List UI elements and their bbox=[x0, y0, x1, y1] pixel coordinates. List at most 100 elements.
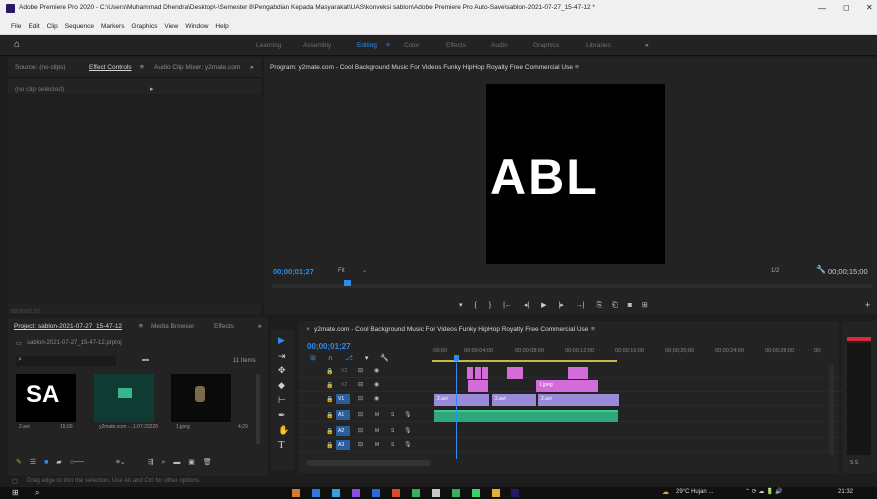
solo-button[interactable]: S bbox=[391, 428, 394, 434]
track-lock-icon[interactable]: 🔒 bbox=[326, 382, 333, 389]
workspace-menu-icon[interactable]: ≡ bbox=[386, 42, 390, 49]
taskbar-app-icon[interactable] bbox=[511, 489, 520, 497]
title-clip[interactable] bbox=[482, 367, 488, 379]
menu-graphics[interactable]: Graphics bbox=[131, 23, 157, 30]
toggle-sync-icon[interactable]: ⊟ bbox=[358, 441, 363, 448]
project-item-thumbnail[interactable]: SA bbox=[16, 374, 76, 422]
work-area-bar[interactable] bbox=[432, 360, 617, 362]
trash-icon[interactable]: 🗑 bbox=[203, 459, 212, 466]
timeline-playhead-marker[interactable] bbox=[454, 355, 459, 361]
sort-icon[interactable]: ≡⌄ bbox=[116, 459, 126, 466]
export-frame-button[interactable]: ◙ bbox=[628, 302, 632, 309]
wrench-icon[interactable]: 🔧 bbox=[816, 265, 826, 274]
microphone-icon[interactable]: 🎙 bbox=[404, 441, 412, 448]
type-tool-icon[interactable]: T bbox=[278, 440, 285, 451]
timeline-menu-icon[interactable]: ≡ bbox=[591, 326, 595, 333]
tab-effect-controls[interactable]: Effect Controls bbox=[89, 64, 132, 71]
project-scrollbar[interactable] bbox=[256, 374, 260, 444]
mute-button[interactable]: M bbox=[375, 442, 379, 448]
razor-tool-icon[interactable]: ◆ bbox=[278, 381, 285, 390]
project-item-thumbnail[interactable] bbox=[94, 374, 154, 422]
selection-tool-icon[interactable]: ▶ bbox=[278, 336, 285, 345]
find-icon[interactable]: ⌕ bbox=[161, 459, 165, 466]
zoom-slider[interactable]: ○── bbox=[70, 459, 84, 466]
taskbar-app-icon[interactable] bbox=[451, 489, 460, 497]
image-clip[interactable] bbox=[468, 380, 488, 392]
timeline-settings-icon[interactable]: 🔧 bbox=[380, 355, 389, 362]
solo-button[interactable]: S bbox=[391, 442, 394, 448]
step-back-button[interactable]: ◂| bbox=[524, 302, 529, 309]
timeline-vertical-scrollbar[interactable] bbox=[829, 365, 834, 455]
pen-icon[interactable]: ✎ bbox=[16, 459, 22, 466]
taskbar-app-icon[interactable] bbox=[331, 489, 340, 497]
title-clip[interactable] bbox=[475, 367, 481, 379]
mark-out-button[interactable]: } bbox=[489, 302, 491, 309]
title-clip[interactable] bbox=[517, 367, 523, 379]
project-menu-icon[interactable]: ≡ bbox=[139, 323, 143, 330]
track-lock-icon[interactable]: 🔒 bbox=[326, 396, 333, 403]
project-search-input[interactable]: ⌕ bbox=[16, 356, 116, 366]
timeline-horizontal-scrollbar[interactable] bbox=[306, 460, 431, 466]
taskbar-app-icon[interactable] bbox=[471, 489, 480, 497]
eye-icon[interactable]: ◉ bbox=[374, 395, 379, 402]
toggle-sync-icon[interactable]: ⊟ bbox=[358, 427, 363, 434]
hand-tool-icon[interactable]: ✋ bbox=[278, 426, 289, 435]
taskbar-app-icon[interactable] bbox=[292, 489, 300, 497]
tab-source[interactable]: Source: (no clips) bbox=[15, 64, 66, 71]
time-ruler[interactable]: :00;00 00;00;04;00 00;00;08;00 00;00;12;… bbox=[432, 342, 827, 362]
mute-button[interactable]: M bbox=[375, 412, 379, 418]
new-bin-icon[interactable]: ▬ bbox=[142, 356, 149, 363]
taskbar-search-icon[interactable]: ⌕ bbox=[35, 488, 39, 498]
program-menu-icon[interactable]: ≡ bbox=[575, 64, 579, 71]
menu-help[interactable]: Help bbox=[215, 23, 228, 30]
image-clip[interactable]: 1.jpeg bbox=[536, 380, 598, 392]
microphone-icon[interactable]: 🎙 bbox=[404, 427, 412, 434]
track-lock-icon[interactable]: 🔒 bbox=[326, 428, 333, 435]
tab-effects[interactable]: Effects bbox=[214, 323, 234, 330]
program-scrub-bar[interactable] bbox=[272, 284, 872, 288]
track-lock-icon[interactable]: 🔒 bbox=[326, 368, 333, 375]
minimize-button[interactable]: — bbox=[818, 4, 826, 13]
menu-edit[interactable]: Edit bbox=[28, 23, 39, 30]
eye-icon[interactable]: ◉ bbox=[374, 381, 379, 388]
weather-text[interactable]: 29°C Hujan ... bbox=[676, 489, 713, 495]
video-clip[interactable]: 2.avi bbox=[434, 394, 489, 406]
taskbar-app-icon[interactable] bbox=[311, 489, 320, 497]
taskbar-app-icon[interactable] bbox=[411, 489, 420, 497]
linked-select-icon[interactable]: ⎇ bbox=[345, 355, 353, 362]
new-item-icon[interactable]: ▣ bbox=[188, 459, 195, 466]
project-more[interactable]: » bbox=[258, 323, 262, 330]
workspace-audio[interactable]: Audio bbox=[491, 42, 508, 49]
comparison-view-button[interactable]: ⊞ bbox=[642, 302, 648, 309]
workspace-assembly[interactable]: Assembly bbox=[303, 42, 331, 49]
title-clip[interactable] bbox=[467, 367, 473, 379]
video-clip[interactable]: 2.avi bbox=[538, 394, 619, 406]
extract-button[interactable]: ⎗ bbox=[612, 302, 618, 309]
workspace-editing[interactable]: Editing bbox=[357, 42, 377, 49]
video-clip[interactable]: 2.avi bbox=[492, 394, 536, 406]
meter-solo-buttons[interactable]: S S bbox=[850, 460, 858, 466]
taskbar-app-icon[interactable] bbox=[351, 489, 360, 497]
lift-button[interactable]: ⎘ bbox=[597, 302, 603, 309]
automate-icon[interactable]: ⇶ bbox=[148, 459, 154, 466]
menu-sequence[interactable]: Sequence bbox=[65, 23, 94, 30]
tab-project[interactable]: Project: sablon-2021-07-27_15-47-12 bbox=[14, 323, 122, 330]
track-a3[interactable]: 🔒 A3 ⊟ M S 🎙 bbox=[298, 439, 843, 452]
track-lock-icon[interactable]: 🔒 bbox=[326, 412, 333, 419]
play-button[interactable]: ▶ bbox=[541, 302, 546, 309]
fit-dropdown[interactable]: Fit bbox=[338, 268, 345, 274]
menu-clip[interactable]: Clip bbox=[47, 23, 58, 30]
freeform-view-icon[interactable]: ▰ bbox=[56, 459, 61, 466]
toggle-sync-icon[interactable]: ⊟ bbox=[358, 395, 363, 402]
solo-button[interactable]: S bbox=[391, 412, 394, 418]
image-clip[interactable] bbox=[568, 367, 588, 379]
mark-in-button[interactable]: { bbox=[474, 302, 476, 309]
panel-more[interactable]: » bbox=[250, 64, 254, 71]
tab-audio-clip-mixer[interactable]: Audio Clip Mixer: y2mate.com bbox=[154, 64, 240, 71]
tab-media-browser[interactable]: Media Browser bbox=[151, 323, 194, 330]
nest-icon[interactable]: ⊞ bbox=[310, 355, 316, 362]
toggle-sync-icon[interactable]: ⊟ bbox=[358, 381, 363, 388]
taskbar-app-icon[interactable] bbox=[371, 489, 380, 497]
project-item-thumbnail[interactable] bbox=[171, 374, 231, 422]
audio-clip[interactable] bbox=[434, 410, 618, 422]
